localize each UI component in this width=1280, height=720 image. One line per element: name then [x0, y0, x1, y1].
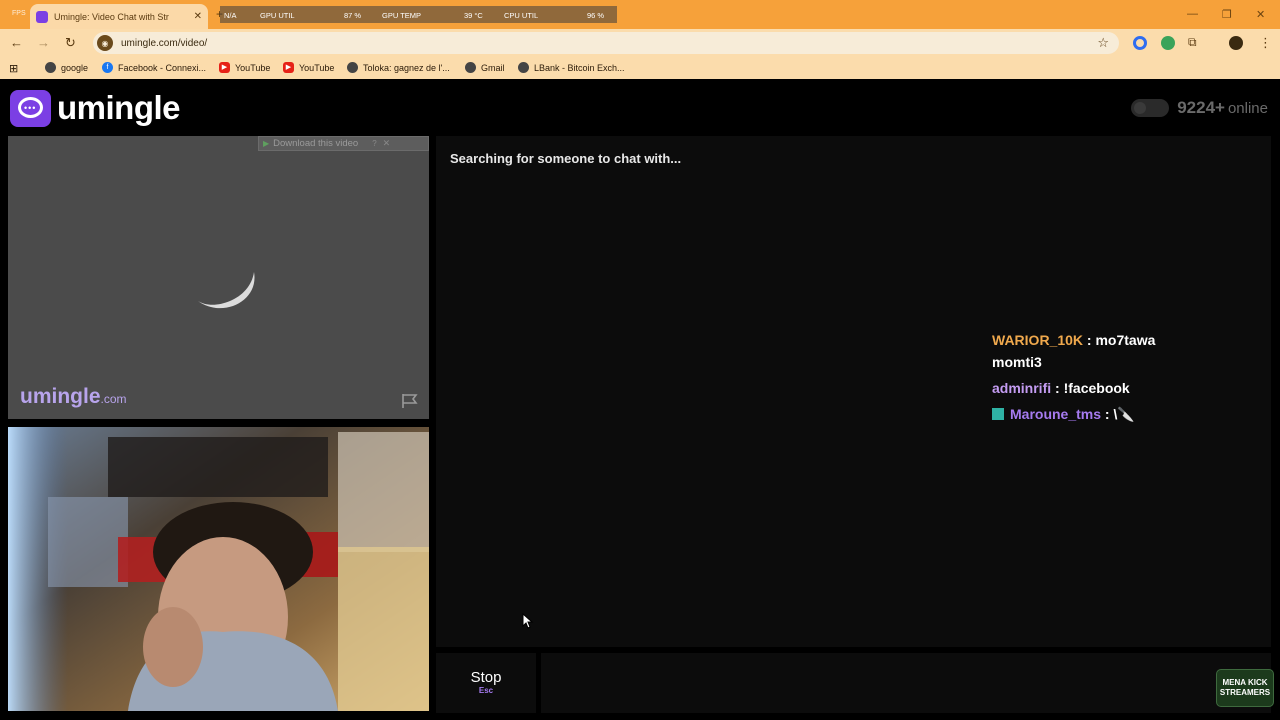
stream-chat-message: Maroune_tms : \🔪 [992, 403, 1202, 425]
bookmarks-bar: ⊞ google f Facebook - Connexi... ▶ YouTube… [0, 57, 1280, 79]
bookmark-label: YouTube [235, 62, 271, 73]
mouse-cursor-icon [522, 613, 534, 629]
globe-icon [518, 62, 529, 73]
forward-icon[interactable]: → [37, 35, 50, 50]
chat-username: adminrifi [992, 380, 1052, 396]
osd-gpu-temp-label: GPU TEMP [382, 11, 422, 20]
download-label: Download this video [273, 138, 359, 149]
fps-label: FPS [12, 10, 26, 17]
chat-username: WARIOR_10K [992, 332, 1084, 348]
globe-icon [347, 62, 358, 73]
minimize-icon[interactable]: — [1187, 8, 1198, 20]
stranger-video: ▶ Download this video ? ✕ umingle.com [8, 136, 429, 419]
online-toggle[interactable] [1131, 99, 1170, 117]
osd-na: N/A [224, 11, 237, 20]
watermark-brand: umingle [20, 385, 101, 408]
browser-titlebar: FPS Umingle: Video Chat with Str ✕ + N/A… [0, 0, 1280, 29]
extensions-puzzle-icon[interactable]: ⧉ [1188, 35, 1197, 50]
extension-circle-icon[interactable] [1133, 36, 1147, 50]
loading-spinner-icon [198, 272, 255, 309]
browser-menu-icon[interactable]: ⋮ [1259, 35, 1272, 51]
watermark-tld: .com [100, 392, 127, 406]
message-input[interactable] [541, 653, 1271, 713]
bookmark-label: google [61, 62, 89, 73]
stream-chat-overlay: WARIOR_10K : mo7tawa momti3 adminrifi : … [992, 329, 1202, 429]
profile-avatar[interactable] [1229, 36, 1243, 50]
bookmark-label: Toloka: gagnez de l'... [363, 62, 450, 73]
chat-username: Maroune_tms [1010, 406, 1102, 422]
subscriber-badge-icon [992, 408, 1004, 420]
help-icon[interactable]: ? [372, 139, 376, 148]
osd-cpu-util-label: CPU UTIL [504, 11, 539, 20]
globe-icon [465, 62, 476, 73]
play-icon: ▶ [263, 139, 270, 148]
umingle-logo[interactable]: ••• umingle [10, 89, 181, 127]
browser-tab-active[interactable]: Umingle: Video Chat with Str ✕ [30, 4, 208, 29]
chat-separator: : [1083, 332, 1096, 348]
stop-label: Stop [470, 669, 502, 686]
bookmark-item[interactable]: Gmail [465, 62, 505, 73]
chat-separator: : [1101, 406, 1114, 422]
umingle-favicon-icon [36, 10, 48, 23]
address-bar[interactable]: ◉ umingle.com/video/ ☆ [93, 32, 1119, 54]
restore-icon[interactable]: ❐ [1222, 8, 1232, 21]
extension-green-icon[interactable] [1161, 36, 1175, 50]
facebook-icon: f [102, 62, 113, 73]
webcam-image [8, 427, 429, 711]
tab-title: Umingle: Video Chat with Str [54, 11, 169, 22]
globe-icon [45, 62, 56, 73]
bookmark-label: Facebook - Connexi... [118, 62, 207, 73]
chat-separator: : [1051, 380, 1064, 396]
searching-status: Searching for someone to chat with... [450, 151, 682, 166]
bookmark-item[interactable]: LBank - Bitcoin Exch... [518, 62, 625, 73]
tab-close-icon[interactable]: ✕ [194, 11, 202, 22]
hardware-monitor-overlay: N/A GPU UTIL 87 % GPU TEMP 39 °C CPU UTI… [220, 6, 617, 23]
stop-shortcut: Esc [478, 686, 494, 695]
browser-toolbar: ← → ↻ ◉ umingle.com/video/ ☆ ⧉ ⋮ [0, 29, 1280, 57]
youtube-icon: ▶ [283, 62, 294, 73]
bookmark-item[interactable]: ▶ YouTube [283, 62, 334, 73]
chat-text: !facebook [1063, 380, 1130, 396]
bookmark-label: Gmail [481, 62, 505, 73]
bookmark-item[interactable]: f Facebook - Connexi... [102, 62, 206, 73]
osd-gpu-temp-value: 39 °C [464, 11, 483, 20]
self-webcam-video [8, 427, 429, 711]
apps-grid-icon[interactable]: ⊞ [9, 62, 18, 75]
site-info-icon[interactable]: ◉ [97, 35, 113, 51]
back-icon[interactable]: ← [10, 35, 23, 50]
umingle-watermark: umingle.com [20, 385, 127, 409]
stop-button[interactable]: Stop Esc [436, 653, 536, 713]
osd-gpu-util-value: 87 % [344, 11, 362, 20]
bookmark-item[interactable]: google [45, 62, 88, 73]
bookmark-label: YouTube [299, 62, 335, 73]
mena-kick-streamers-badge: MENA KICK STREAMERS [1216, 669, 1274, 707]
stream-chat-message: adminrifi : !facebook [992, 377, 1202, 399]
report-flag-icon[interactable] [401, 393, 419, 409]
bookmark-label: LBank - Bitcoin Exch... [534, 62, 625, 73]
logo-text: umingle [57, 89, 181, 126]
osd-gpu-util-label: GPU UTIL [260, 11, 295, 20]
window-close-icon[interactable]: ✕ [1256, 8, 1265, 21]
chat-bubble-logo-icon: ••• [10, 89, 51, 127]
download-video-bar[interactable]: ▶ Download this video ? ✕ [258, 136, 429, 151]
osd-cpu-util-value: 96 % [587, 11, 605, 20]
online-label: online [1227, 99, 1268, 117]
stream-chat-message: WARIOR_10K : mo7tawa momti3 [992, 329, 1202, 373]
reload-icon[interactable]: ↻ [65, 35, 76, 51]
umingle-page: ••• umingle 9224+ online ▶ Download this… [0, 79, 1280, 720]
download-close-icon[interactable]: ✕ [383, 138, 391, 149]
url-text: umingle.com/video/ [121, 37, 208, 49]
online-count: 9224+ [1177, 98, 1225, 117]
bookmark-item[interactable]: Toloka: gagnez de l'... [347, 62, 450, 73]
badge-line-1: MENA KICK [1222, 678, 1268, 687]
badge-line-2: STREAMERS [1219, 688, 1271, 697]
youtube-icon: ▶ [219, 62, 230, 73]
online-counter: 9224+ online [1131, 98, 1268, 118]
bookmark-item[interactable]: ▶ YouTube [219, 62, 270, 73]
chat-text: \🔪 [1113, 406, 1135, 422]
bookmark-star-icon[interactable]: ☆ [1097, 35, 1109, 51]
